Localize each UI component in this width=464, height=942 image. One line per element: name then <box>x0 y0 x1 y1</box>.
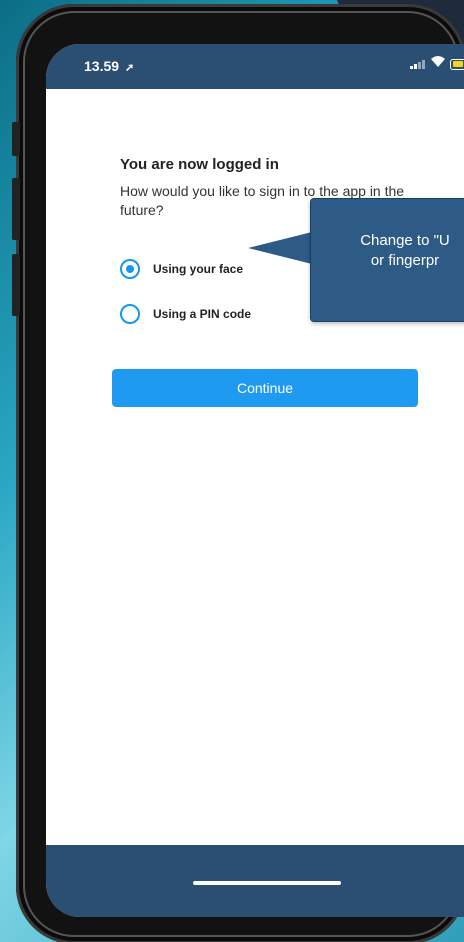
wifi-icon <box>430 54 446 71</box>
volume-up-button <box>12 178 20 240</box>
status-bar: 13.59 ➚ <box>46 44 464 89</box>
status-time-text: 13.59 <box>84 58 120 74</box>
page-title: You are now logged in <box>120 156 279 173</box>
app-screen: 13.59 ➚ You are now logged in How would … <box>46 44 464 917</box>
mute-switch <box>12 122 20 156</box>
option-face-label: Using your face <box>153 262 244 276</box>
volume-down-button <box>12 254 20 316</box>
battery-icon <box>450 59 464 70</box>
continue-button[interactable]: Continue <box>112 369 418 407</box>
home-indicator[interactable] <box>193 881 341 885</box>
phone-frame: 13.59 ➚ You are now logged in How would … <box>12 4 464 942</box>
annotation-callout: Change to "U or fingerpr <box>310 198 464 322</box>
bottom-bar <box>46 845 464 917</box>
option-pin[interactable]: Using a PIN code <box>120 304 251 324</box>
status-time: 13.59 ➚ <box>84 58 134 74</box>
radio-pin[interactable] <box>120 304 140 324</box>
radio-face[interactable] <box>120 259 140 279</box>
location-arrow-icon: ➚ <box>124 62 135 74</box>
option-pin-label: Using a PIN code <box>153 307 252 321</box>
callout-text: Change to "U or fingerpr <box>360 232 450 269</box>
callout-pointer <box>248 232 312 264</box>
option-face[interactable]: Using your face <box>120 259 243 279</box>
signal-icon <box>410 60 425 69</box>
